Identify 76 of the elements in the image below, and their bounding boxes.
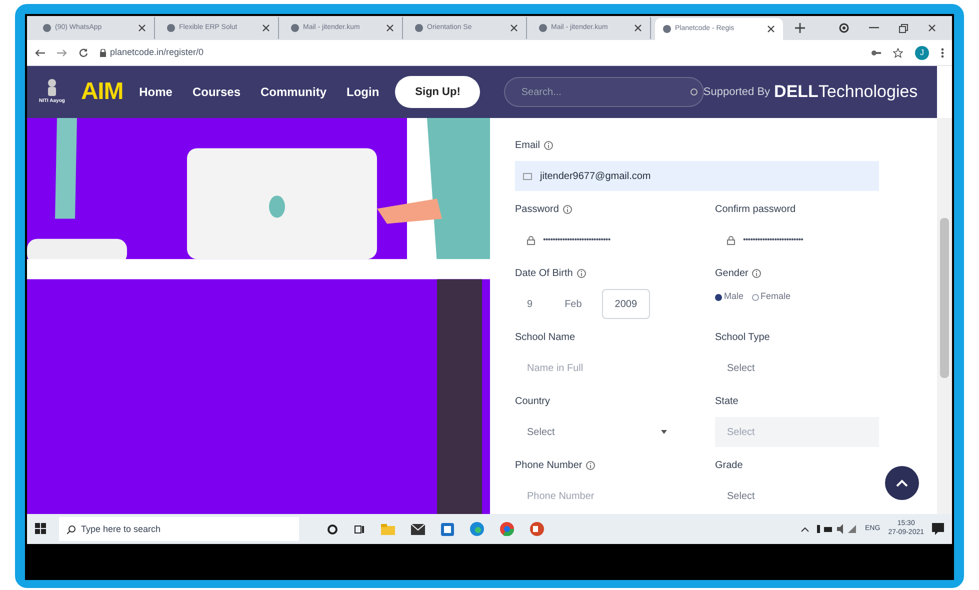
edge-icon[interactable]	[470, 522, 484, 536]
menu-icon[interactable]	[941, 48, 944, 58]
lock-icon	[727, 236, 735, 244]
record-icon[interactable]	[839, 23, 849, 33]
email-field[interactable]: jitender9677@gmail.com	[515, 161, 879, 191]
select-field[interactable]: Select	[715, 481, 879, 511]
tab-favicon-icon	[415, 24, 423, 32]
profile-avatar[interactable]: J	[915, 46, 929, 60]
chrome-icon[interactable]	[500, 522, 514, 536]
close-tab-icon[interactable]	[767, 25, 775, 33]
notification-icon[interactable]	[932, 523, 944, 535]
close-tab-icon[interactable]	[262, 24, 270, 32]
close-tab-icon[interactable]	[634, 24, 642, 32]
signup-button[interactable]: Sign Up!	[395, 76, 480, 108]
nav-link[interactable]: Home	[139, 83, 172, 101]
tray-icons-drawing[interactable]	[817, 524, 858, 534]
tab-favicon-icon	[663, 25, 671, 33]
password-field[interactable]: •••••••••••••••••••••••••	[715, 225, 879, 255]
sponsor-logo: DELLTechnologies	[774, 81, 918, 104]
tray-chevron-icon[interactable]	[801, 526, 810, 532]
text-field[interactable]: Name in Full	[515, 353, 679, 383]
field-label: Password	[515, 203, 559, 217]
cortana-icon[interactable]	[327, 524, 338, 534]
field-label: Country	[515, 395, 550, 409]
tab-favicon-icon	[291, 24, 299, 32]
tab-favicon-icon	[167, 24, 175, 32]
nav-link[interactable]: Community	[260, 83, 327, 101]
chevron-up-icon	[896, 479, 908, 487]
field-label: Phone Number	[515, 459, 582, 473]
date-field[interactable]: 9	[515, 289, 545, 319]
field-label: Grade	[715, 459, 743, 473]
tab-favicon-icon	[43, 24, 51, 32]
field-label: Date Of Birth	[515, 267, 573, 281]
date-field[interactable]: Feb	[552, 289, 594, 319]
lock-icon	[527, 236, 535, 244]
mail-icon[interactable]	[411, 524, 425, 534]
field-label: State	[715, 395, 738, 409]
scroll-top-button[interactable]	[885, 466, 919, 500]
task-view-icon[interactable]	[354, 524, 365, 534]
nav-link[interactable]: Login	[346, 83, 380, 101]
windows-start-icon[interactable]	[35, 523, 47, 535]
minimize-icon[interactable]	[869, 27, 879, 29]
mail-icon	[523, 172, 532, 180]
field-label: School Type	[715, 331, 770, 345]
radio-option[interactable]: Female	[752, 290, 791, 304]
key-icon[interactable]	[871, 50, 881, 56]
select-field[interactable]: Select	[715, 353, 879, 383]
back-icon[interactable]	[35, 48, 45, 56]
field-label: Email	[515, 139, 540, 153]
app-icon[interactable]	[441, 522, 454, 536]
reload-icon[interactable]	[79, 48, 88, 57]
close-tab-icon[interactable]	[386, 24, 394, 32]
nav-link[interactable]: Courses	[192, 83, 241, 101]
restore-icon[interactable]	[899, 24, 908, 32]
powerpoint-icon[interactable]	[530, 522, 544, 536]
lock-icon	[100, 48, 106, 56]
supported-by-text: Supported By	[703, 84, 770, 100]
text-field[interactable]: Phone Number	[515, 481, 679, 511]
field-label: Confirm password	[715, 203, 796, 217]
close-tab-icon[interactable]	[138, 24, 146, 32]
radio-option[interactable]: Male	[715, 290, 744, 304]
field-label: School Name	[515, 331, 576, 345]
field-label: Gender	[715, 267, 748, 281]
address-bar[interactable]: planetcode.in/register/0	[110, 46, 204, 60]
star-icon[interactable]	[893, 48, 903, 58]
new-tab-icon[interactable]	[795, 23, 805, 33]
site-logo[interactable]: AIM	[80, 74, 124, 110]
tab-favicon-icon	[539, 24, 547, 32]
close-icon[interactable]	[928, 24, 936, 32]
password-field[interactable]: ••••••••••••••••••••••••••••	[515, 225, 679, 255]
close-tab-icon[interactable]	[510, 24, 518, 32]
taskbar-search-field[interactable]: Type here to search	[59, 517, 299, 541]
select-field[interactable]: Select	[515, 417, 679, 447]
forward-icon[interactable]	[57, 48, 67, 56]
date-field[interactable]: 2009	[602, 289, 650, 319]
scrollbar[interactable]	[937, 118, 952, 514]
